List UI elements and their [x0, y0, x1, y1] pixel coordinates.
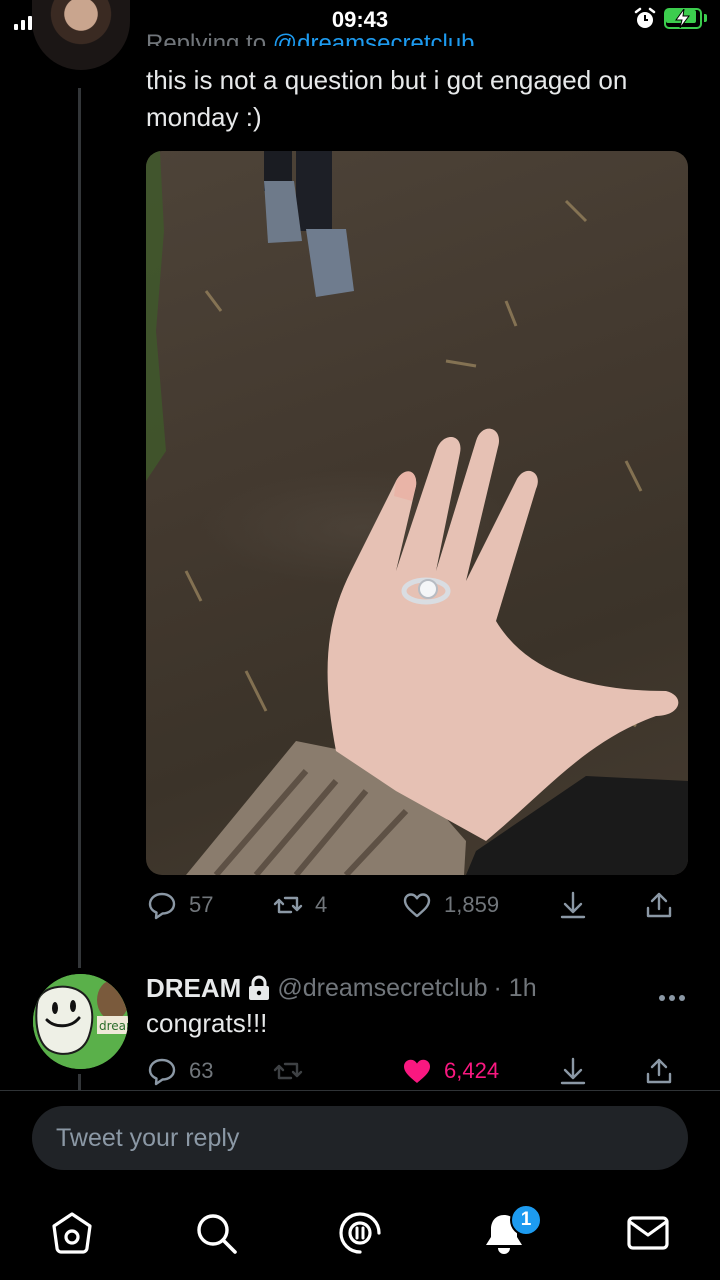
- heart-icon: [403, 893, 431, 918]
- messages-icon[interactable]: [625, 1210, 671, 1256]
- reply-header: DREAM @dreamsecretclub · 1h: [146, 970, 537, 1006]
- retweet-icon: [273, 896, 303, 914]
- reply-placeholder: Tweet your reply: [56, 1124, 240, 1152]
- download-button[interactable]: [558, 1056, 588, 1086]
- dream-logo: dream: [33, 974, 128, 1069]
- share-button[interactable]: [644, 890, 674, 920]
- reply-icon: [148, 892, 176, 920]
- like-button[interactable]: 1,859: [402, 890, 499, 920]
- share-icon: [646, 892, 672, 918]
- heart-filled-icon: [404, 1059, 430, 1083]
- retweet-button[interactable]: 4: [273, 890, 327, 920]
- engagement-ring-photo: [146, 151, 688, 875]
- timestamp: · 1h: [493, 973, 537, 1002]
- more-options-button[interactable]: [658, 978, 686, 1009]
- tweet-actions: 57 4 1,859: [0, 890, 720, 930]
- download-icon: [560, 891, 586, 919]
- home-icon[interactable]: [49, 1210, 95, 1256]
- reply-icon: [148, 1058, 176, 1086]
- alarm-icon: [634, 7, 656, 28]
- notifications-badge: 1: [510, 1204, 542, 1236]
- display-name[interactable]: DREAM: [146, 973, 241, 1004]
- replying-to: Replying to @dreamsecretclub: [146, 24, 475, 46]
- reply-button[interactable]: 57: [147, 890, 213, 920]
- retweet-icon: [273, 1062, 303, 1080]
- divider: [0, 1090, 720, 1091]
- thread-line: [78, 88, 81, 968]
- share-button[interactable]: [644, 1056, 674, 1086]
- parent-avatar[interactable]: [32, 0, 130, 70]
- lock-icon: [249, 975, 270, 1000]
- dream-avatar[interactable]: dream: [33, 974, 128, 1069]
- tweet-photo[interactable]: [146, 151, 688, 875]
- charging-bolt-icon: [675, 9, 690, 28]
- spaces-icon[interactable]: [337, 1210, 383, 1256]
- tweet-text: this is not a question but i got engaged…: [146, 65, 628, 132]
- retweet-button-disabled: [273, 1056, 303, 1086]
- replying-to-link[interactable]: @dreamsecretclub: [273, 30, 475, 46]
- handle[interactable]: @dreamsecretclub: [277, 974, 487, 1003]
- reply-text: congrats!!!: [146, 1008, 268, 1038]
- download-button[interactable]: [558, 890, 588, 920]
- share-icon: [646, 1058, 672, 1084]
- reply-input[interactable]: Tweet your reply: [32, 1106, 688, 1170]
- dream-avatar-text: dream: [99, 1019, 128, 1033]
- search-icon[interactable]: [193, 1210, 239, 1256]
- more-icon: [659, 995, 685, 1001]
- like-button-active[interactable]: 6,424: [402, 1056, 499, 1086]
- download-icon: [560, 1057, 586, 1085]
- battery-tip: [704, 14, 707, 22]
- reply-button[interactable]: 63: [147, 1056, 213, 1086]
